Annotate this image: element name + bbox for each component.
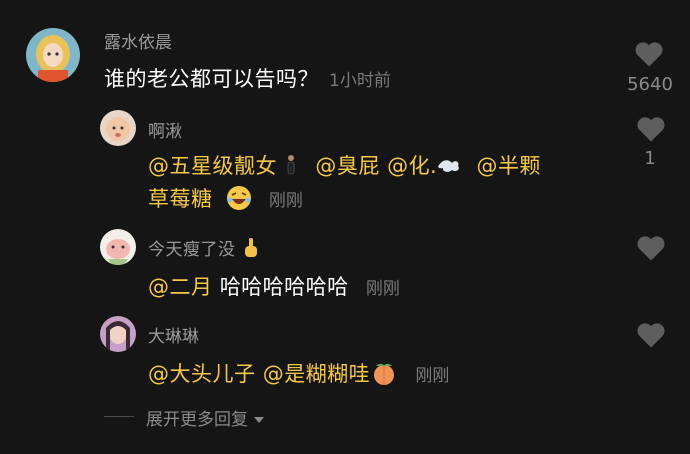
heart-icon[interactable]: [634, 40, 664, 72]
mention-link[interactable]: @五星级靓女: [148, 154, 277, 178]
reply-text[interactable]: @二月 哈哈哈哈哈哈 刚刚: [148, 271, 400, 301]
person-emoji-icon: [284, 153, 298, 182]
reply-time: 刚刚: [415, 366, 450, 386]
mention-link[interactable]: @化.: [387, 154, 437, 178]
divider: [104, 416, 134, 417]
caret-down-icon: [253, 410, 265, 430]
mention-link[interactable]: @臭屁: [315, 154, 380, 178]
like-count: 5640: [627, 74, 673, 95]
reply-username[interactable]: 今天瘦了没: [148, 235, 261, 264]
mention-link[interactable]: @是糊糊哇: [263, 362, 371, 386]
heart-icon[interactable]: [636, 321, 666, 353]
like-count: 1: [644, 148, 656, 169]
comment-username[interactable]: 露水依晨: [104, 28, 172, 53]
dash-emoji-icon: [437, 155, 461, 180]
comment-text[interactable]: 谁的老公都可以告吗？ 1小时前: [104, 63, 391, 93]
reply-text[interactable]: @大头儿子 @是糊糊哇 刚刚: [148, 358, 449, 391]
pointing-up-emoji-icon: [241, 237, 261, 264]
reply-username[interactable]: 大琳琳: [148, 322, 199, 347]
avatar[interactable]: [100, 229, 136, 265]
peach-emoji-icon: [370, 360, 398, 391]
heart-icon[interactable]: [636, 115, 666, 147]
mention-link[interactable]: @二月: [148, 275, 213, 299]
comment-time: 1小时前: [329, 71, 391, 91]
laughing-emoji-icon: [226, 185, 252, 216]
mention-link[interactable]: 草莓糖: [148, 187, 213, 211]
heart-icon[interactable]: [636, 234, 666, 266]
reply-time: 刚刚: [365, 279, 400, 299]
mention-link[interactable]: @大头儿子: [148, 362, 256, 386]
reply-text-line1[interactable]: @五星级靓女 @臭屁 @化. @半颗: [148, 150, 541, 182]
avatar[interactable]: [100, 110, 136, 146]
comment-body: 谁的老公都可以告吗？: [104, 67, 319, 91]
reply-username[interactable]: 啊湫: [148, 117, 182, 142]
expand-replies-button[interactable]: 展开更多回复: [146, 405, 265, 430]
reply-text-line2[interactable]: 草莓糖 刚刚: [148, 183, 303, 216]
avatar[interactable]: [100, 316, 136, 352]
mention-link[interactable]: @半颗: [476, 154, 541, 178]
reply-time: 刚刚: [268, 191, 303, 211]
reply-body: 哈哈哈哈哈哈: [219, 275, 349, 299]
avatar[interactable]: [26, 28, 80, 82]
